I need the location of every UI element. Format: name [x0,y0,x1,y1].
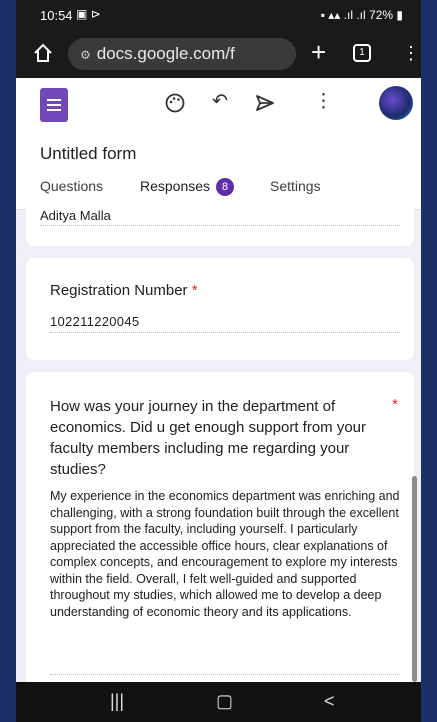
more-icon[interactable]: ⋮ [314,92,333,112]
required-marker: * [191,282,198,299]
journey-answer: My experience in the economics departmen… [50,489,400,619]
url-text: docs.google.com/f [96,44,235,63]
url-bar[interactable]: ⚙ docs.google.com/f [68,38,296,70]
status-bar: 10:54 ▣ ⊳ ▪ ▴▴ .ıl .ıl 72% ▮ [16,0,421,30]
plus-icon[interactable]: + [311,38,326,66]
question-label: How was your journey in the department o… [50,398,367,478]
tab-questions[interactable]: Questions [40,178,103,194]
phone-screen: 10:54 ▣ ⊳ ▪ ▴▴ .ıl .ıl 72% ▮ ⚙ docs.googl… [16,0,421,722]
response-card-name: Aditya Malla [26,196,414,246]
tabs-icon[interactable]: 1 [353,44,371,62]
forms-app: ↶ ⋮ Untitled form Questions Responses 8 S… [16,78,421,682]
browser-toolbar: ⚙ docs.google.com/f + 1 ⋮ [16,30,421,78]
tab-responses-label: Responses [140,178,211,194]
back-icon[interactable]: < [324,691,335,712]
required-marker: * [392,396,398,413]
home-nav-icon[interactable]: ▢ [216,691,233,712]
send-icon[interactable] [254,92,276,114]
battery-icon: ▮ [396,8,403,22]
site-settings-icon[interactable]: ⚙ [80,48,91,62]
tab-responses[interactable]: Responses 8 [140,178,235,196]
battery-level: 72% [369,8,394,22]
avatar[interactable] [379,86,413,120]
recent-apps-icon[interactable]: ||| [110,691,124,712]
response-card-registration: Registration Number * 102211220045 [26,258,414,360]
forms-logo-icon[interactable] [40,88,68,122]
image-icon: ▣ [76,7,88,21]
forms-header: ↶ ⋮ Untitled form Questions Responses 8 S… [16,78,421,210]
clock: 10:54 [40,8,73,23]
responses-count-badge: 8 [216,178,235,196]
palette-icon[interactable] [164,92,186,114]
tab-settings[interactable]: Settings [270,178,321,194]
form-title: Untitled form [40,144,137,163]
system-nav-bar: ||| ▢ < [16,682,421,722]
home-icon[interactable] [32,42,54,64]
undo-icon[interactable]: ↶ [212,92,228,112]
name-answer: Aditya Malla [40,208,111,223]
signal-icon: ▪ ▴▴ .ıl .ıl [320,8,366,22]
response-card-journey: How was your journey in the department o… [26,372,414,682]
cast-icon: ⊳ [90,7,101,21]
menu-icon[interactable]: ⋮ [402,42,420,64]
registration-answer: 102211220045 [50,314,140,329]
question-label: Registration Number * [50,282,198,299]
scrollbar[interactable] [412,476,417,682]
